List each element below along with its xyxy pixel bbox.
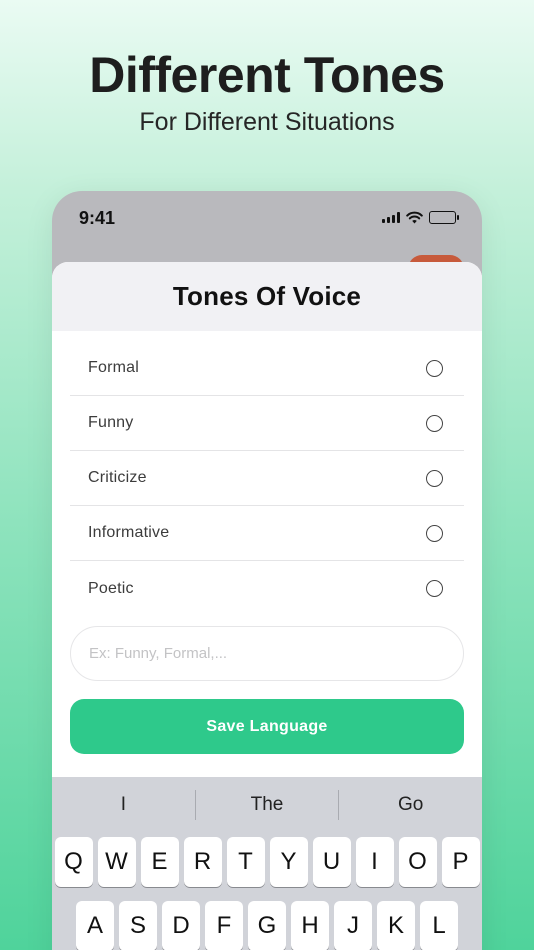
subheadline: For Different Situations bbox=[139, 108, 395, 136]
radio-button[interactable] bbox=[426, 469, 443, 487]
key-a[interactable]: A bbox=[76, 901, 114, 950]
tone-option-label: Poetic bbox=[88, 579, 134, 597]
tone-option-formal[interactable]: Formal bbox=[70, 341, 464, 396]
key-k[interactable]: K bbox=[377, 901, 415, 950]
tone-option-label: Formal bbox=[88, 359, 139, 376]
key-s[interactable]: S bbox=[119, 901, 157, 950]
key-r[interactable]: R bbox=[183, 837, 222, 887]
radio-button[interactable] bbox=[426, 414, 443, 432]
key-y[interactable]: Y bbox=[269, 837, 308, 887]
keyboard-row-1: Q W E R T Y U I O P bbox=[52, 837, 482, 887]
save-language-button[interactable]: Save Language bbox=[70, 699, 464, 754]
sheet-title: Tones Of Voice bbox=[172, 281, 362, 311]
phone-mockup: 9:41 Tones Of Voice Formal Funny Critici… bbox=[52, 191, 482, 950]
key-j[interactable]: J bbox=[334, 901, 372, 950]
tones-sheet: Tones Of Voice Formal Funny Criticize In… bbox=[52, 262, 482, 782]
cellular-signal-icon bbox=[382, 212, 400, 223]
tone-option-poetic[interactable]: Poetic bbox=[70, 561, 464, 616]
radio-button[interactable] bbox=[426, 580, 443, 597]
tone-options-list: Formal Funny Criticize Informative Poeti… bbox=[70, 341, 464, 616]
tone-option-label: Funny bbox=[88, 414, 134, 431]
key-o[interactable]: O bbox=[398, 837, 437, 887]
tone-option-label: Criticize bbox=[88, 469, 147, 486]
keyboard: I The Go Q W E R T Y U I O P A S D F G H… bbox=[52, 777, 482, 950]
key-w[interactable]: W bbox=[97, 837, 136, 887]
status-bar: 9:41 bbox=[52, 191, 482, 251]
keyboard-row-2: A S D F G H J K L bbox=[52, 901, 482, 950]
key-f[interactable]: F bbox=[205, 901, 243, 950]
suggestion-item[interactable]: I bbox=[52, 794, 195, 816]
tone-option-label: Informative bbox=[88, 524, 170, 541]
headline: Different Tones bbox=[89, 47, 445, 103]
key-p[interactable]: P bbox=[441, 837, 480, 887]
key-t[interactable]: T bbox=[226, 837, 265, 887]
key-e[interactable]: E bbox=[140, 837, 179, 887]
wifi-icon bbox=[406, 211, 423, 224]
battery-icon bbox=[429, 211, 459, 224]
sheet-header: Tones Of Voice bbox=[52, 262, 482, 331]
radio-button[interactable] bbox=[426, 359, 443, 377]
radio-button[interactable] bbox=[426, 524, 443, 542]
key-g[interactable]: G bbox=[248, 901, 286, 950]
suggestion-item[interactable]: The bbox=[196, 794, 339, 816]
status-icons bbox=[382, 211, 459, 224]
key-d[interactable]: D bbox=[162, 901, 200, 950]
status-time: 9:41 bbox=[79, 208, 116, 228]
key-q[interactable]: Q bbox=[54, 837, 93, 887]
suggestion-item[interactable]: Go bbox=[339, 794, 482, 816]
tone-option-funny[interactable]: Funny bbox=[70, 396, 464, 451]
key-l[interactable]: L bbox=[420, 901, 458, 950]
key-i[interactable]: I bbox=[355, 837, 394, 887]
tone-option-criticize[interactable]: Criticize bbox=[70, 451, 464, 506]
tone-option-informative[interactable]: Informative bbox=[70, 506, 464, 561]
custom-tone-input[interactable] bbox=[70, 626, 464, 681]
key-u[interactable]: U bbox=[312, 837, 351, 887]
key-h[interactable]: H bbox=[291, 901, 329, 950]
keyboard-suggestions: I The Go bbox=[52, 777, 482, 833]
